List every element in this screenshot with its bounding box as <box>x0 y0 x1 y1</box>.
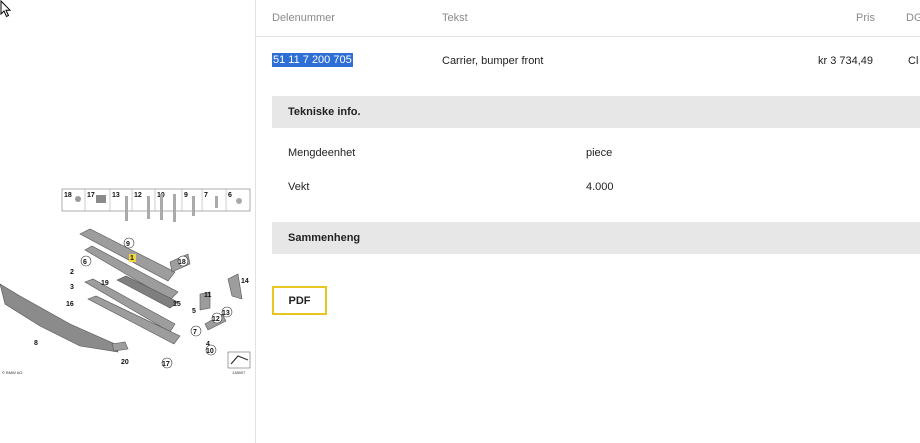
svg-text:18: 18 <box>64 192 72 199</box>
svg-text:12: 12 <box>134 192 142 199</box>
svg-text:14: 14 <box>241 278 249 285</box>
unit-value: piece <box>586 147 613 159</box>
svg-text:2: 2 <box>70 269 74 276</box>
svg-text:10: 10 <box>206 348 214 355</box>
svg-text:9: 9 <box>126 241 130 248</box>
weight-label: Vekt <box>288 181 310 193</box>
svg-text:7: 7 <box>204 192 208 199</box>
svg-text:3: 3 <box>70 284 74 291</box>
mouse-cursor-icon <box>0 0 12 18</box>
parts-table-header: Delenummer Tekst Pris DG <box>256 0 920 37</box>
svg-text:19: 19 <box>101 280 109 287</box>
relations-title: Sammenheng <box>288 232 361 244</box>
svg-text:15: 15 <box>173 301 181 308</box>
part-description-cell: Carrier, bumper front <box>442 55 544 67</box>
svg-text:20: 20 <box>121 359 129 366</box>
info-row-unit: Mengdeenhet piece <box>272 138 920 168</box>
unit-label: Mengdeenhet <box>288 147 356 159</box>
technical-info-header[interactable]: Tekniske info. <box>272 96 920 128</box>
svg-text:6: 6 <box>228 192 232 199</box>
svg-text:17: 17 <box>162 361 170 368</box>
carrier-parts <box>0 228 243 353</box>
svg-text:9: 9 <box>184 192 188 199</box>
svg-text:12: 12 <box>212 316 220 323</box>
svg-text:13: 13 <box>222 310 230 317</box>
svg-text:5: 5 <box>192 308 196 315</box>
svg-text:6: 6 <box>83 259 87 266</box>
pdf-button[interactable]: PDF <box>272 286 327 315</box>
technical-info-title: Tekniske info. <box>288 106 361 118</box>
part-number-cell[interactable]: 51 11 7 200 705 <box>272 53 353 67</box>
svg-text:16: 16 <box>66 301 74 308</box>
svg-text:7: 7 <box>193 329 197 336</box>
header-part-number: Delenummer <box>272 12 335 24</box>
svg-text:1: 1 <box>130 255 134 262</box>
header-dg: DG <box>906 12 920 24</box>
fastener-strip: 18 17 13 12 10 9 7 6 <box>61 188 251 222</box>
part-details-panel: Delenummer Tekst Pris DG 51 11 7 200 705… <box>256 0 920 443</box>
svg-text:13: 13 <box>112 192 120 199</box>
header-text: Tekst <box>442 12 468 24</box>
table-row[interactable]: 51 11 7 200 705 Carrier, bumper front kr… <box>256 37 920 87</box>
svg-text:17: 17 <box>87 192 95 199</box>
diagram-panel: 18 17 13 12 10 9 7 6 <box>0 0 256 443</box>
svg-text:11: 11 <box>204 292 212 299</box>
svg-text:© BMW AG: © BMW AG <box>2 370 23 375</box>
svg-text:8: 8 <box>34 340 38 347</box>
parts-diagram[interactable]: 18 17 13 12 10 9 7 6 <box>0 184 256 380</box>
header-price: Pris <box>856 12 875 24</box>
svg-text:18: 18 <box>178 259 186 266</box>
weight-value: 4.000 <box>586 181 614 193</box>
price-cell: kr 3 734,49 <box>818 55 874 67</box>
info-row-weight: Vekt 4.000 <box>272 172 920 202</box>
relations-header[interactable]: Sammenheng <box>272 222 920 254</box>
svg-text:138907: 138907 <box>232 370 246 375</box>
selected-part-number[interactable]: 51 11 7 200 705 <box>272 53 353 67</box>
dg-cell: Cl <box>908 55 919 67</box>
